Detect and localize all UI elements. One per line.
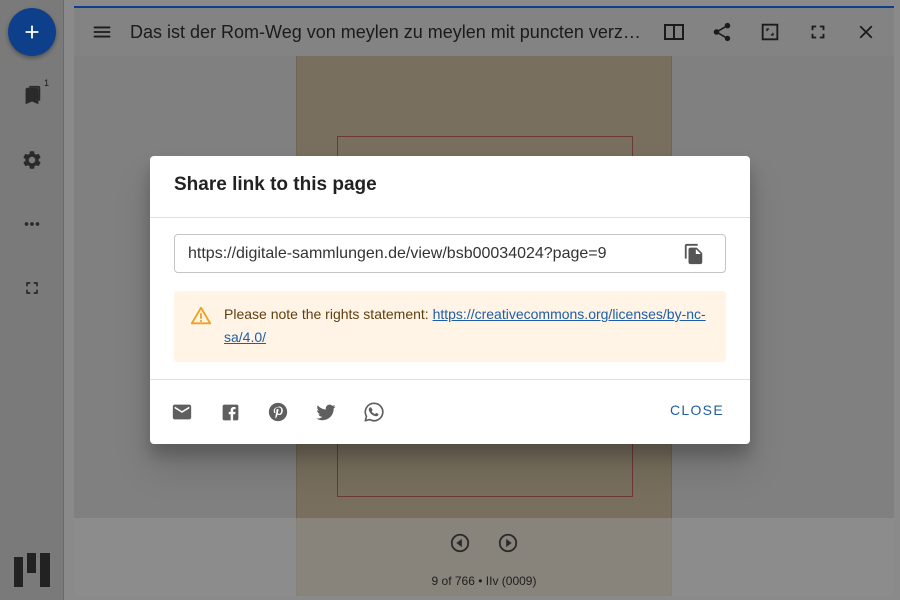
previous-arrow-icon [450, 533, 470, 553]
companion-rail: 1 [0, 0, 64, 600]
previous-page-button[interactable] [448, 531, 472, 555]
share-dialog: Share link to this page https://digitale… [150, 156, 750, 444]
page-indicator: 9 of 766 • IIv (0009) [431, 574, 537, 588]
share-twitter-button[interactable] [314, 400, 338, 424]
page-navigation-bar: 9 of 766 • IIv (0009) [74, 518, 894, 596]
gear-icon [23, 151, 41, 169]
copy-link-button[interactable] [682, 242, 706, 266]
next-arrow-icon [498, 533, 518, 553]
bookmark-button[interactable] [20, 84, 44, 108]
share-button[interactable] [710, 20, 734, 44]
share-facebook-button[interactable] [218, 400, 242, 424]
close-icon [859, 25, 873, 39]
rights-statement-text: Please note the rights statement: https:… [224, 303, 714, 349]
dialog-divider [150, 217, 750, 218]
book-view-icon [664, 24, 684, 40]
window-top-bar: Das ist der Rom-Weg von meylen zu meylen… [74, 8, 894, 56]
close-dialog-button[interactable]: CLOSE [670, 400, 724, 420]
more-options-button[interactable] [20, 212, 44, 236]
window-title: Das ist der Rom-Weg von meylen zu meylen… [130, 21, 650, 42]
share-icon [713, 22, 731, 42]
fullscreen-icon [811, 25, 825, 39]
share-url-field[interactable]: https://digitale-sammlungen.de/view/bsb0… [174, 234, 726, 273]
maximize-icon [761, 23, 779, 41]
dialog-title: Share link to this page [174, 174, 377, 195]
window-menu-button[interactable] [90, 20, 114, 44]
twitter-icon [316, 404, 336, 421]
share-email-button[interactable] [170, 400, 194, 424]
plus-icon [25, 25, 39, 39]
share-url-text[interactable]: https://digitale-sammlungen.de/view/bsb0… [188, 245, 607, 263]
copy-icon [684, 243, 703, 265]
warning-icon [190, 306, 212, 325]
share-pinterest-button[interactable] [266, 400, 290, 424]
bookmark-icon [25, 85, 41, 105]
bookmark-count-badge: 1 [44, 78, 50, 88]
mirador-logo-icon [14, 553, 50, 587]
settings-button[interactable] [20, 148, 44, 172]
fullscreen-button[interactable] [20, 276, 44, 300]
rights-statement-prefix: Please note the rights statement: [224, 306, 433, 322]
close-window-button[interactable] [854, 20, 878, 44]
book-view-button[interactable] [662, 20, 686, 44]
more-horizontal-icon [24, 222, 40, 226]
hamburger-menu-icon [93, 26, 111, 38]
fullscreen-icon [26, 282, 38, 294]
dialog-divider [150, 379, 750, 380]
email-icon [172, 404, 192, 420]
share-whatsapp-button[interactable] [362, 400, 386, 424]
maximize-button[interactable] [758, 20, 782, 44]
add-resource-button[interactable] [8, 8, 56, 56]
window-fullscreen-button[interactable] [806, 20, 830, 44]
facebook-icon [222, 404, 238, 420]
whatsapp-icon [364, 402, 384, 422]
pinterest-icon [268, 402, 288, 422]
next-page-button[interactable] [496, 531, 520, 555]
rights-statement-alert: Please note the rights statement: https:… [174, 291, 726, 362]
